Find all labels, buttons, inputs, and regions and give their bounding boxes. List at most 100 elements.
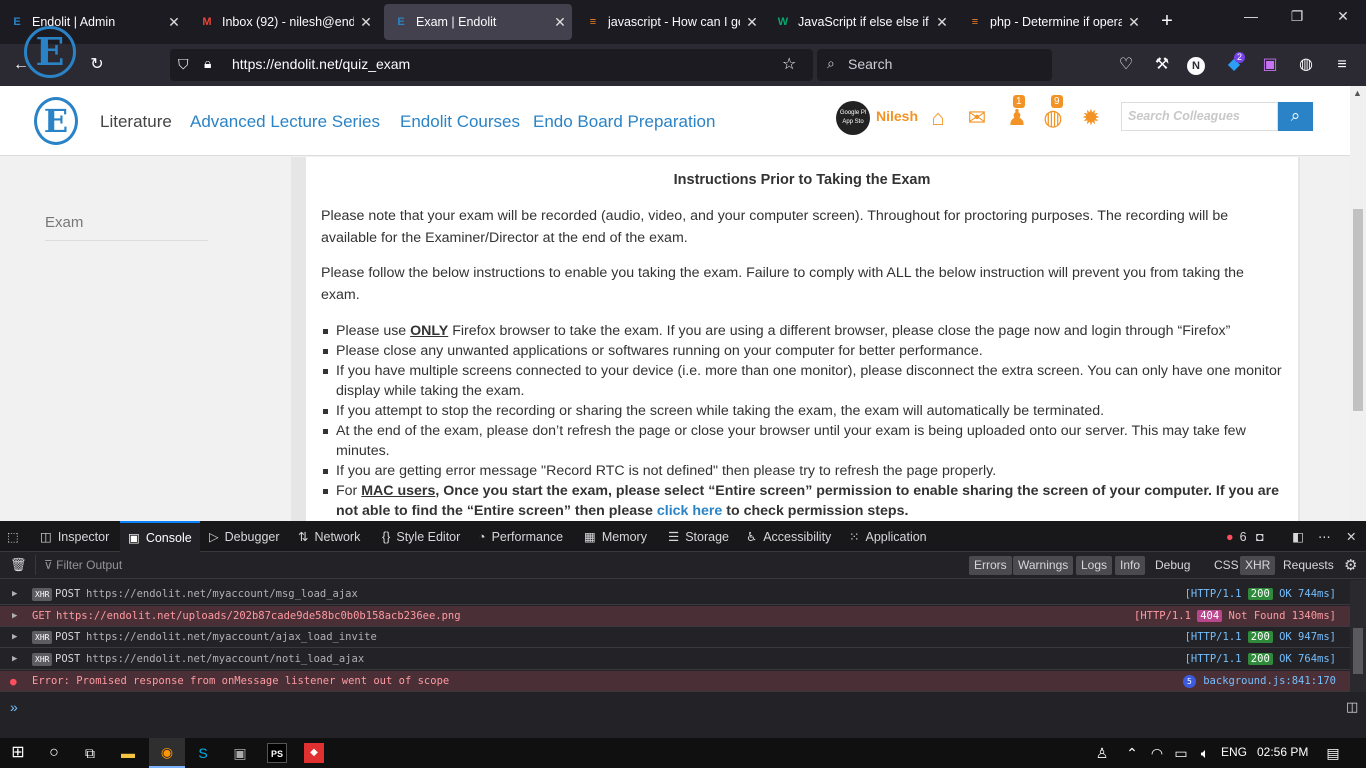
wifi-icon[interactable]: ◠ [1147, 743, 1167, 763]
close-tab-icon[interactable]: ✕ [1122, 14, 1146, 31]
console-scrollbar[interactable] [1350, 580, 1366, 692]
new-tab-icon[interactable]: + [1155, 10, 1179, 33]
console-row-error[interactable]: ▶ GET https://endolit.net/uploads/202b87… [0, 606, 1350, 627]
request-url[interactable]: https://endolit.net/uploads/202b87cade9d… [56, 606, 461, 627]
show-hidden-icons-chevron-icon[interactable]: ⌃ [1122, 743, 1142, 763]
cortana-search-icon[interactable]: ○ [44, 743, 64, 763]
click-here-link[interactable]: click here [657, 503, 722, 519]
shield-icon[interactable]: ⛉ [178, 56, 189, 73]
expand-triangle-icon[interactable]: ▶ [12, 584, 17, 605]
filter-debug-button[interactable]: Debug [1150, 556, 1195, 575]
console-error-message-row[interactable]: ● Error: Promised response from onMessag… [0, 671, 1350, 692]
request-url[interactable]: https://endolit.net/myaccount/noti_load_… [86, 649, 364, 670]
editor-mode-icon[interactable]: ◫ [1346, 699, 1358, 715]
wrench-icon[interactable]: ⚒ [1151, 55, 1173, 77]
browser-tab[interactable]: E Endolit | Admin ✕ [0, 4, 186, 40]
anydesk-icon[interactable]: ◆ [304, 743, 324, 763]
console-row[interactable]: ▶ XHR POST https://endolit.net/myaccount… [0, 649, 1350, 670]
filter-requests-button[interactable]: Requests [1278, 556, 1339, 575]
console-scrollbar-thumb[interactable] [1353, 628, 1363, 674]
windows-start-icon[interactable]: ⊞ [8, 743, 28, 763]
url-text[interactable]: https://endolit.net/quiz_exam [232, 56, 410, 72]
bookmark-star-icon[interactable]: ☆ [782, 54, 796, 74]
battery-icon[interactable]: ▭ [1171, 743, 1191, 763]
trash-icon[interactable]: 🗑︎ [10, 557, 27, 573]
file-explorer-icon[interactable]: ▬ [118, 743, 138, 763]
people-icon[interactable]: ♙ [1092, 743, 1112, 763]
minimize-icon[interactable]: — [1228, 8, 1274, 24]
remote-desktop-icon[interactable]: ▣ [230, 743, 250, 763]
close-tab-icon[interactable]: ✕ [548, 14, 572, 31]
console-row[interactable]: ▶ XHR POST https://endolit.net/myaccount… [0, 627, 1350, 648]
dock-side-icon[interactable]: ◧ [1292, 521, 1304, 552]
browser-tab[interactable]: M Inbox (92) - nilesh@endol ✕ [190, 4, 378, 40]
close-tab-icon[interactable]: ✕ [162, 14, 186, 31]
phpstorm-icon[interactable]: PS [267, 743, 287, 763]
filter-output-input[interactable]: ⊽ Filter Output [44, 558, 122, 572]
menu-advanced-lecture-series[interactable]: Advanced Lecture Series [190, 112, 380, 132]
tab-accessibility[interactable]: ♿︎ Accessibility [746, 521, 831, 552]
scroll-up-icon[interactable]: ▲ [1353, 88, 1362, 98]
task-view-icon[interactable]: ⧉ [80, 743, 100, 763]
tab-performance[interactable]: ◔ Performance [478, 521, 563, 552]
filter-errors-button[interactable]: Errors [969, 556, 1012, 575]
action-center-icon[interactable]: ▤ [1323, 743, 1343, 763]
tab-style-editor[interactable]: {} Style Editor [382, 521, 460, 552]
console-row[interactable]: ▶ XHR POST https://endolit.net/myaccount… [0, 584, 1350, 605]
filter-xhr-button[interactable]: XHR [1240, 556, 1276, 575]
extension-icon[interactable]: ▣ [1259, 55, 1281, 77]
expand-triangle-icon[interactable]: ▶ [12, 627, 17, 648]
site-logo-icon[interactable]: E [34, 97, 78, 145]
skype-icon[interactable]: S [193, 743, 213, 763]
close-tab-icon[interactable]: ✕ [930, 14, 954, 31]
expand-triangle-icon[interactable]: ▶ [12, 649, 17, 670]
home-icon[interactable]: ⌂ [925, 105, 951, 131]
filter-logs-button[interactable]: Logs [1076, 556, 1113, 575]
search-field[interactable]: ⌕ Search [817, 49, 1052, 81]
request-url[interactable]: https://endolit.net/myaccount/msg_load_a… [86, 584, 358, 605]
pocket-icon[interactable]: ♡ [1115, 55, 1137, 77]
page-scrollbar[interactable]: ▲ [1350, 86, 1366, 521]
request-url[interactable]: https://endolit.net/myaccount/ajax_load_… [86, 627, 377, 648]
friend-requests-icon[interactable]: ♟ [1004, 105, 1030, 131]
tab-storage[interactable]: ☰ Storage [668, 521, 729, 552]
user-name[interactable]: Nilesh [876, 108, 918, 124]
restore-icon[interactable]: ❐ [1274, 8, 1320, 25]
colleague-search-input[interactable]: Search Colleagues [1121, 102, 1278, 131]
console-input[interactable] [30, 696, 1330, 718]
scrollbar-thumb[interactable] [1353, 209, 1363, 411]
firefox-taskbar-icon[interactable]: ◉ [149, 738, 185, 768]
tab-application[interactable]: ⁙ Application [849, 521, 927, 552]
filter-warnings-button[interactable]: Warnings [1013, 556, 1074, 575]
globe-extension-icon[interactable]: ◍ [1295, 55, 1317, 77]
expand-triangle-icon[interactable]: ▶ [12, 606, 17, 627]
close-window-icon[interactable]: ✕ [1320, 8, 1366, 25]
reload-icon[interactable]: ↻ [86, 55, 108, 77]
colleague-search-button[interactable]: ⌕ [1278, 102, 1313, 131]
clock[interactable]: 02:56 PM [1257, 745, 1308, 759]
console-settings-gear-icon[interactable]: ⚙ [1344, 556, 1357, 574]
menu-endo-board-preparation[interactable]: Endo Board Preparation [533, 112, 715, 132]
sidebar-item-exam[interactable]: Exam [45, 214, 83, 231]
browser-tab-active[interactable]: E Exam | Endolit ✕ [384, 4, 572, 40]
browser-tab[interactable]: W JavaScript if else else if ✕ [766, 4, 954, 40]
tab-debugger[interactable]: ▷ Debugger [209, 521, 280, 552]
filter-css-button[interactable]: CSS [1209, 556, 1244, 575]
app-store-badge[interactable]: Google Pl App Sto [836, 101, 870, 135]
close-tab-icon[interactable]: ✕ [740, 14, 764, 31]
browser-tab[interactable]: ≡ javascript - How can I get ✕ [576, 4, 764, 40]
browser-tab[interactable]: ≡ php - Determine if operat ✕ [958, 4, 1146, 40]
menu-literature[interactable]: Literature [100, 112, 172, 132]
close-devtools-icon[interactable]: ✕ [1346, 521, 1356, 552]
more-options-icon[interactable]: ⋯ [1318, 521, 1331, 552]
tab-inspector[interactable]: ◫ Inspector [40, 521, 109, 552]
globe-icon[interactable]: ◍ [1040, 105, 1066, 131]
menu-endolit-courses[interactable]: Endolit Courses [400, 112, 520, 132]
volume-icon[interactable]: 🔈︎ [1195, 743, 1215, 763]
chat-icon[interactable]: ✉ [964, 105, 990, 131]
screenshot-icon[interactable]: ◘ [1256, 521, 1264, 552]
settings-gear-icon[interactable]: ✹ [1078, 105, 1104, 131]
tab-network[interactable]: ⇅ Network [298, 521, 360, 552]
language-indicator[interactable]: ENG [1221, 745, 1247, 759]
error-source-link[interactable]: background.js:841:170 [1203, 671, 1336, 692]
